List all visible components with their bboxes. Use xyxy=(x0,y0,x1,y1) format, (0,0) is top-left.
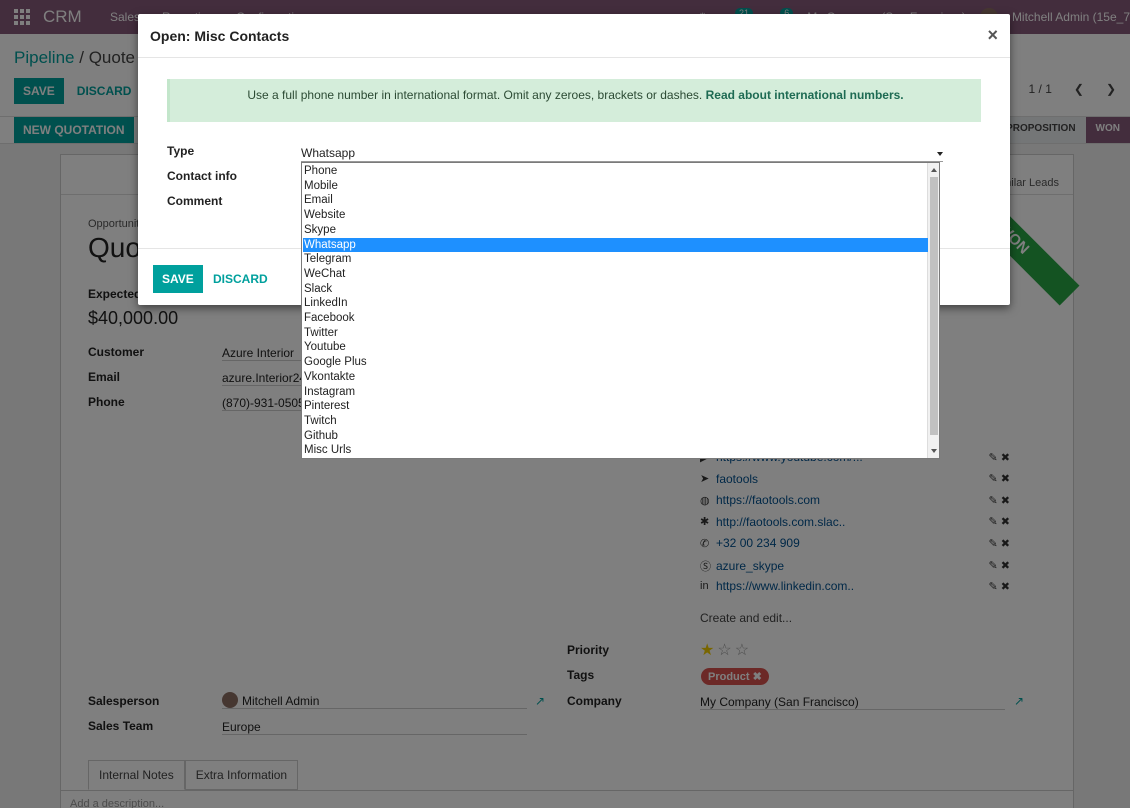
dropdown-option-pinterest[interactable]: Pinterest xyxy=(303,399,928,414)
dropdown-option-vkontakte[interactable]: Vkontakte xyxy=(303,370,928,385)
international-numbers-link[interactable]: Read about international numbers. xyxy=(706,88,904,102)
comment-label: Comment xyxy=(167,194,223,208)
dialog-discard-button[interactable]: DISCARD xyxy=(204,265,277,293)
dropdown-option-facebook[interactable]: Facebook xyxy=(303,311,928,326)
type-label: Type xyxy=(167,144,195,158)
contact-info-label: Contact info xyxy=(167,169,237,183)
scroll-down-icon[interactable] xyxy=(931,449,937,453)
chevron-down-icon xyxy=(937,152,943,156)
dropdown-option-phone[interactable]: Phone xyxy=(303,164,928,179)
dropdown-option-telegram[interactable]: Telegram xyxy=(303,252,928,267)
dropdown-option-twitter[interactable]: Twitter xyxy=(303,326,928,341)
dropdown-option-slack[interactable]: Slack xyxy=(303,282,928,297)
phone-format-alert: Use a full phone number in international… xyxy=(167,79,981,122)
dropdown-option-whatsapp[interactable]: Whatsapp xyxy=(303,237,928,253)
type-select[interactable]: Whatsapp xyxy=(301,146,943,162)
alert-text: Use a full phone number in international… xyxy=(247,88,703,102)
scroll-up-icon[interactable] xyxy=(931,168,937,172)
dropdown-option-instagram[interactable]: Instagram xyxy=(303,385,928,400)
type-dropdown-list: Phone Mobile Email Website Skype Whatsapp Tele… xyxy=(301,162,940,459)
type-select-value: Whatsapp xyxy=(301,146,356,160)
dropdown-option-linkedin[interactable]: LinkedIn xyxy=(303,296,928,311)
dropdown-option-google-plus[interactable]: Google Plus xyxy=(303,355,928,370)
dialog-title: Open: Misc Contacts xyxy=(150,28,290,44)
dropdown-scrollbar[interactable] xyxy=(927,163,939,458)
dropdown-option-website[interactable]: Website xyxy=(303,208,928,223)
dropdown-option-twitch[interactable]: Twitch xyxy=(303,414,928,429)
dropdown-option-mobile[interactable]: Mobile xyxy=(303,179,928,194)
dropdown-option-skype[interactable]: Skype xyxy=(303,223,928,238)
dropdown-option-wechat[interactable]: WeChat xyxy=(303,267,928,282)
dialog-save-button[interactable]: SAVE xyxy=(153,265,203,293)
dropdown-option-misc-urls[interactable]: Misc Urls xyxy=(303,443,928,458)
scrollbar-thumb[interactable] xyxy=(930,177,938,435)
dropdown-option-email[interactable]: Email xyxy=(303,193,928,208)
close-icon[interactable]: × xyxy=(987,25,998,46)
dropdown-option-github[interactable]: Github xyxy=(303,429,928,444)
dropdown-option-youtube[interactable]: Youtube xyxy=(303,340,928,355)
dialog-header: Open: Misc Contacts × xyxy=(138,14,1010,58)
